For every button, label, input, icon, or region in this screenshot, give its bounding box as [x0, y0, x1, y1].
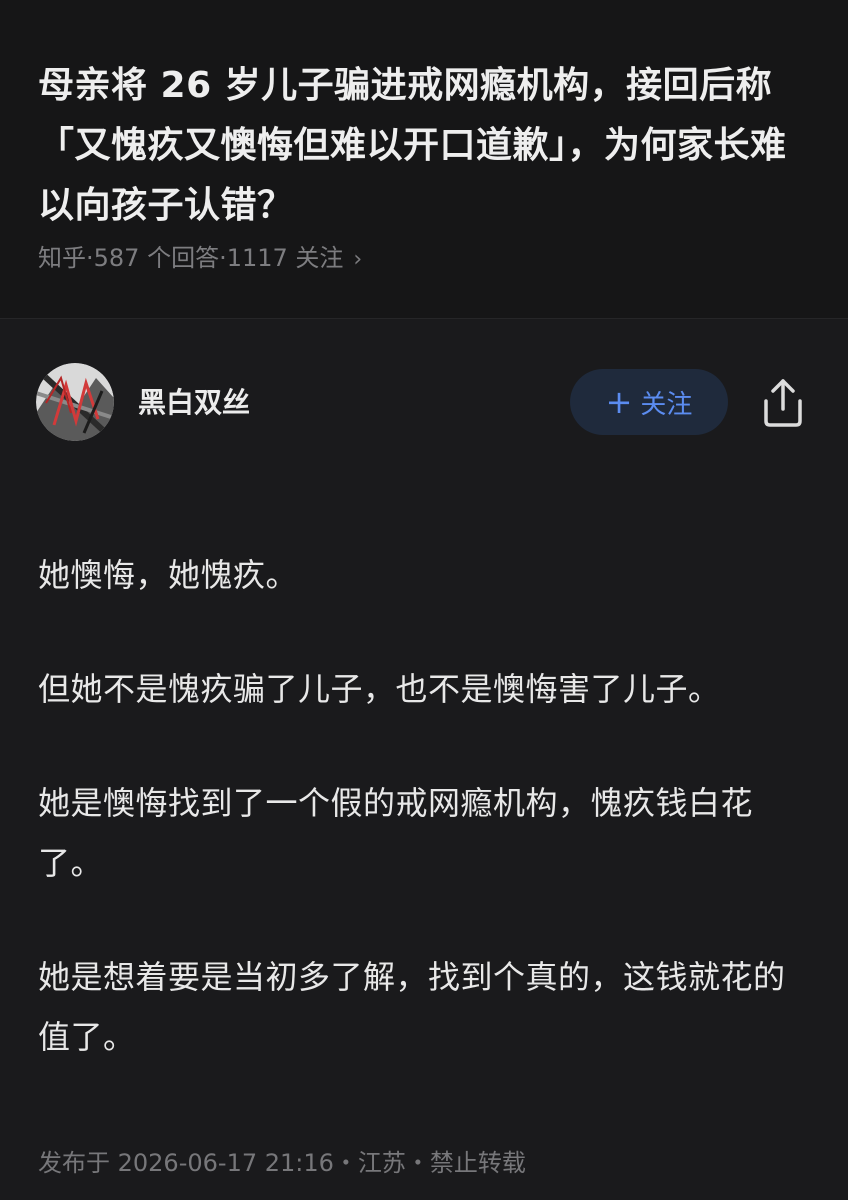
follow-button[interactable]: + 关注	[570, 369, 728, 435]
avatar[interactable]	[36, 363, 114, 441]
answer-paragraph: 她是想着要是当初多了解，找到个真的，这钱就花的值了。	[38, 958, 786, 1056]
question-header: 母亲将 26 岁儿子骗进戒网瘾机构，接回后称「又愧疚又懊悔但难以开口道歉」，为何…	[0, 0, 848, 319]
author-name[interactable]: 黑白双丝	[138, 385, 250, 421]
follow-button-label: 关注	[640, 389, 693, 420]
share-button[interactable]	[758, 375, 808, 429]
answer-paragraph: 她懊悔，她愧疚。	[38, 556, 299, 594]
answer-card: 黑白双丝 + 关注 她懊悔，她愧疚。 但她不是愧疚骗了儿子，也不是懊悔害了儿子。…	[0, 319, 848, 1200]
avatar-image	[36, 363, 114, 441]
question-meta[interactable]: 知乎·587 个回答·1117 关注 ›	[38, 238, 362, 280]
question-title[interactable]: 母亲将 26 岁儿子骗进戒网瘾机构，接回后称「又愧疚又懊悔但难以开口道歉」，为何…	[38, 56, 818, 236]
plus-icon: +	[605, 383, 633, 421]
chevron-right-icon: ›	[353, 247, 363, 272]
share-icon	[764, 379, 802, 427]
answer-footer: 发布于 2026-06-17 21:16・江苏・禁止转载	[38, 1149, 526, 1177]
question-meta-text: 知乎·587 个回答·1117 关注	[38, 244, 344, 272]
answer-body: 她懊悔，她愧疚。 但她不是愧疚骗了儿子，也不是懊悔害了儿子。 她是懊悔找到了一个…	[38, 545, 808, 1121]
answer-paragraph: 她是懊悔找到了一个假的戒网瘾机构，愧疚钱白花了。	[38, 784, 754, 882]
answer-paragraph: 但她不是愧疚骗了儿子，也不是懊悔害了儿子。	[38, 670, 721, 708]
